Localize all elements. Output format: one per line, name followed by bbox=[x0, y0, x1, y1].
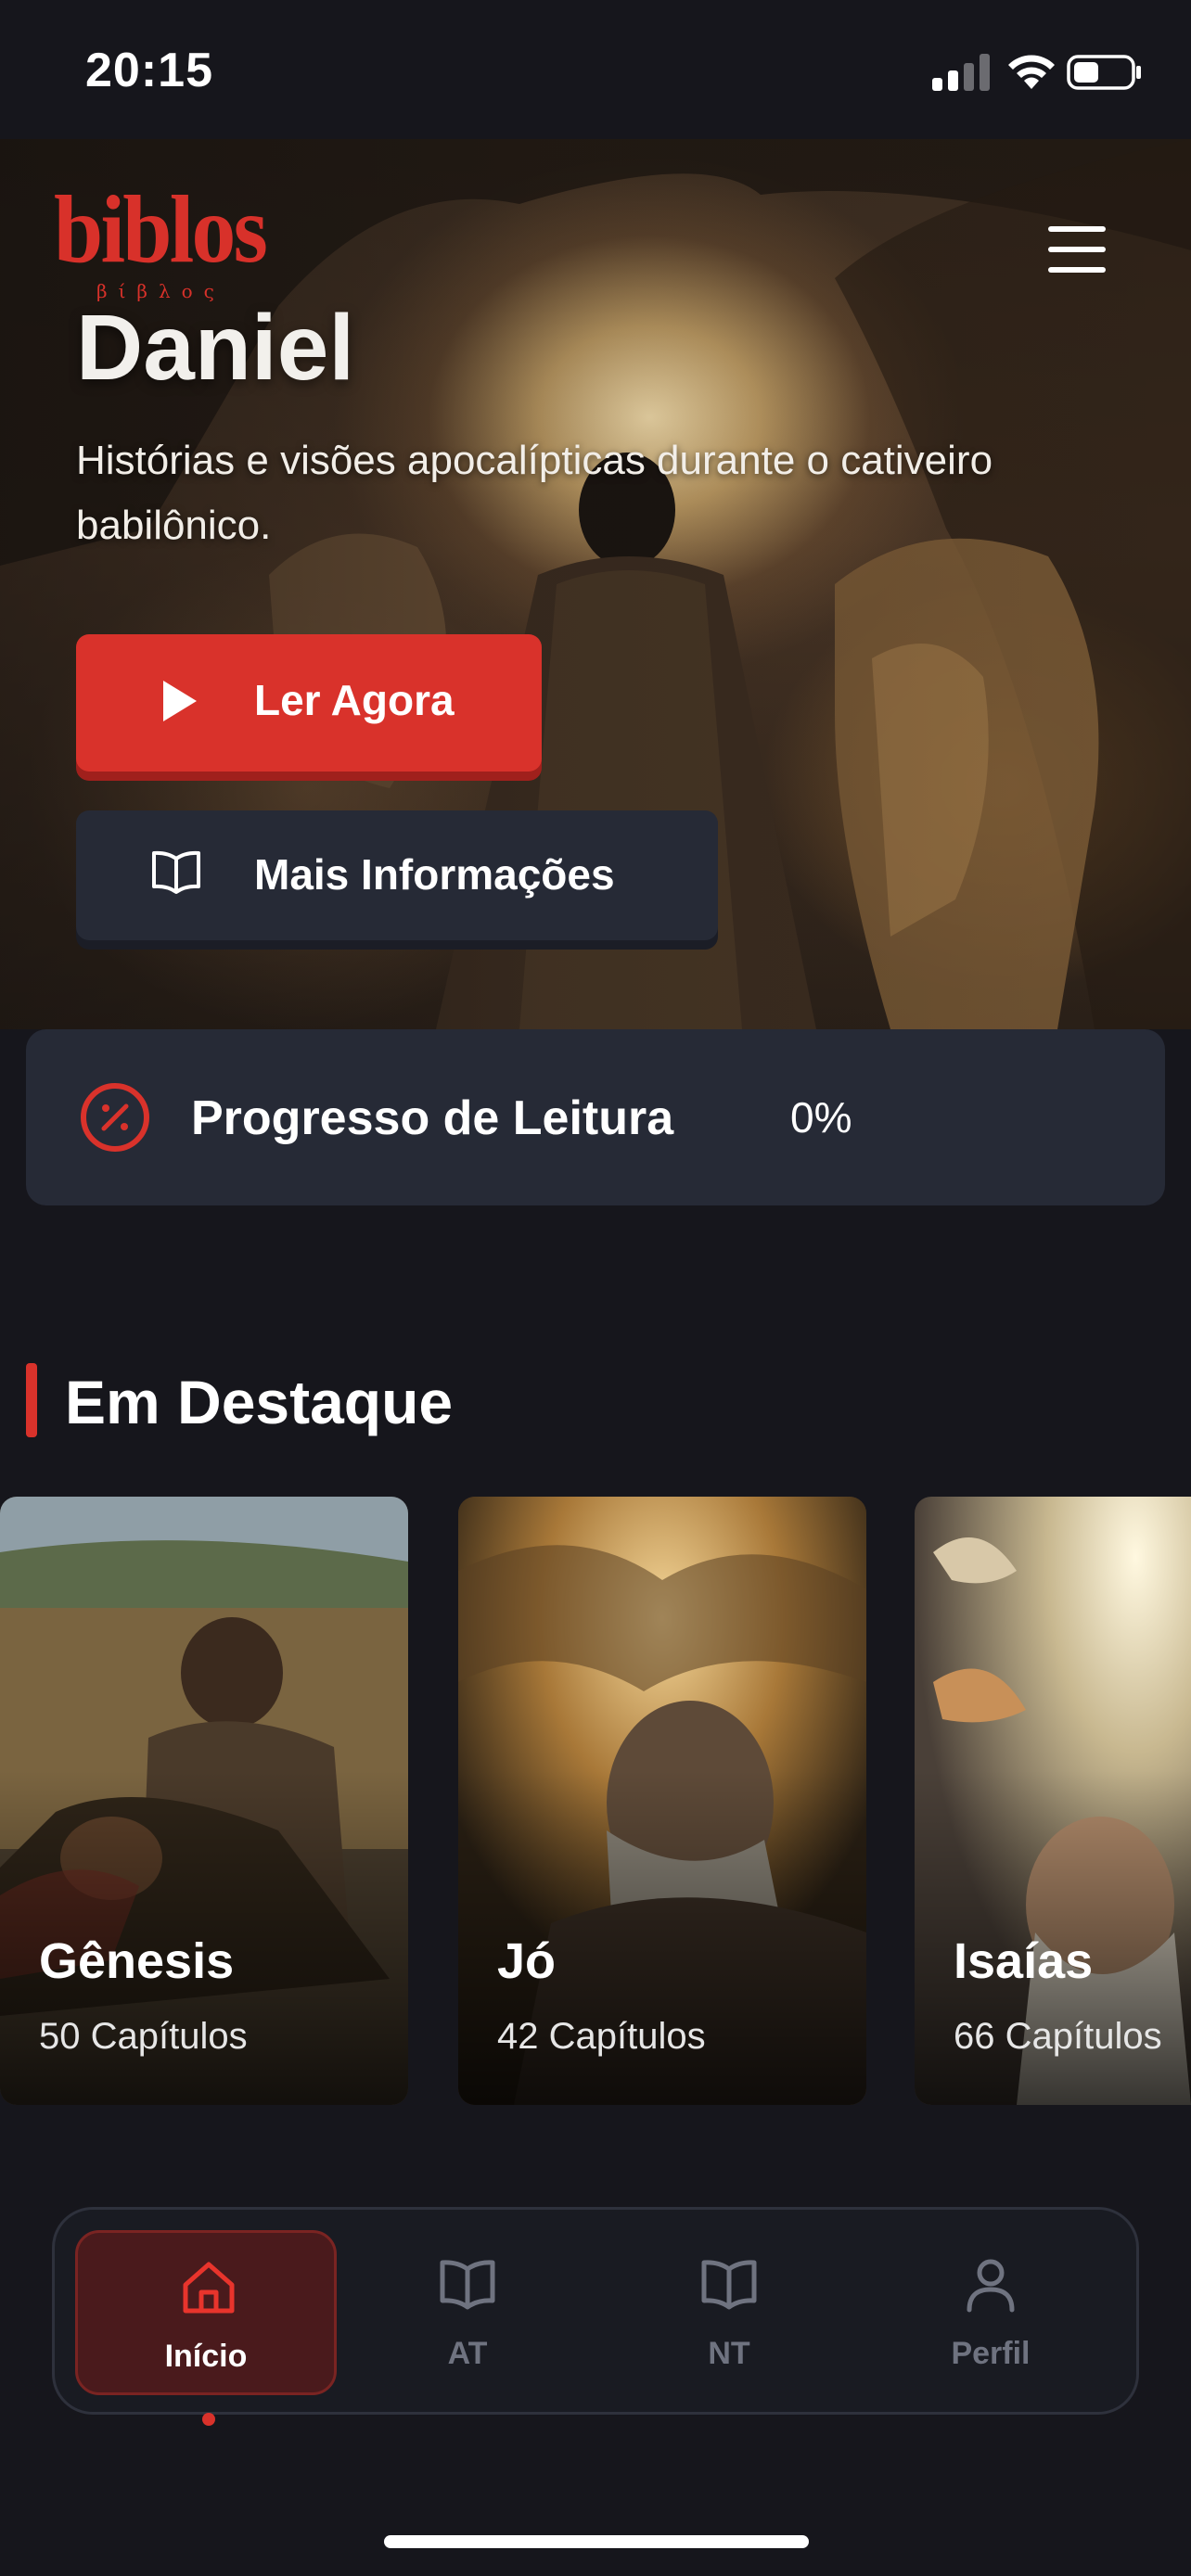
home-icon bbox=[183, 2262, 235, 2314]
nav-item-inicio[interactable]: Início bbox=[75, 2230, 337, 2426]
nav-item-at[interactable]: AT bbox=[337, 2230, 598, 2395]
status-time: 20:15 bbox=[85, 44, 213, 97]
nav-label: Perfil bbox=[951, 2336, 1031, 2371]
hero-title: Daniel bbox=[76, 296, 355, 400]
more-info-label: Mais Informações bbox=[254, 850, 615, 899]
nav-label: AT bbox=[447, 2336, 488, 2371]
user-icon bbox=[967, 2259, 1015, 2313]
hero-description: Histórias e visões apocalípticas durante… bbox=[76, 438, 993, 548]
nav-label: Início bbox=[164, 2339, 248, 2374]
featured-card-jo[interactable]: Jó 42 Capítulos bbox=[458, 1497, 866, 2105]
hamburger-menu-icon[interactable] bbox=[1035, 213, 1119, 287]
signal-icon bbox=[932, 54, 990, 91]
featured-card-isaias[interactable]: Isaías 66 Capítulos bbox=[915, 1497, 1191, 2105]
status-bar: 20:15 bbox=[0, 0, 1191, 139]
card-subtitle: 66 Capítulos bbox=[954, 2016, 1162, 2057]
battery-icon bbox=[1067, 55, 1141, 90]
card-title: Jó bbox=[497, 1933, 557, 1989]
card-title: Isaías bbox=[954, 1933, 1094, 1989]
progress-value: 0% bbox=[790, 1093, 852, 1141]
book-open-icon bbox=[440, 2260, 495, 2310]
featured-section-title: Em Destaque bbox=[65, 1368, 454, 1436]
card-title: Gênesis bbox=[39, 1933, 235, 1989]
wifi-icon bbox=[1008, 55, 1055, 89]
progress-label: Progresso de Leitura bbox=[191, 1091, 674, 1145]
section-accent-bar bbox=[26, 1363, 37, 1437]
nav-label: NT bbox=[708, 2336, 750, 2371]
book-open-icon bbox=[152, 850, 200, 894]
bottom-navigation: Início AT NT Perfil bbox=[52, 2207, 1139, 2426]
card-subtitle: 42 Capítulos bbox=[497, 2016, 706, 2057]
percent-circle-icon bbox=[81, 1083, 149, 1152]
read-now-label: Ler Agora bbox=[254, 676, 455, 724]
book-open-icon bbox=[701, 2260, 757, 2310]
featured-card-genesis[interactable]: Gênesis 50 Capítulos bbox=[0, 1497, 408, 2105]
nav-item-perfil[interactable]: Perfil bbox=[860, 2230, 1121, 2395]
app-logo[interactable]: biblos βίβλος bbox=[54, 176, 276, 304]
more-info-button[interactable]: Mais Informações bbox=[76, 810, 718, 940]
read-now-button[interactable]: Ler Agora bbox=[76, 634, 542, 772]
home-indicator[interactable] bbox=[384, 2535, 809, 2548]
logo-text: biblos bbox=[54, 176, 268, 283]
card-subtitle: 50 Capítulos bbox=[39, 2016, 248, 2057]
hero-banner: biblos βίβλος Daniel Histórias e visões … bbox=[0, 139, 1191, 1029]
play-icon bbox=[163, 681, 197, 721]
nav-item-nt[interactable]: NT bbox=[598, 2230, 860, 2395]
active-indicator-dot bbox=[202, 2413, 215, 2426]
reading-progress-card[interactable]: Progresso de Leitura 0% bbox=[26, 1029, 1165, 1205]
